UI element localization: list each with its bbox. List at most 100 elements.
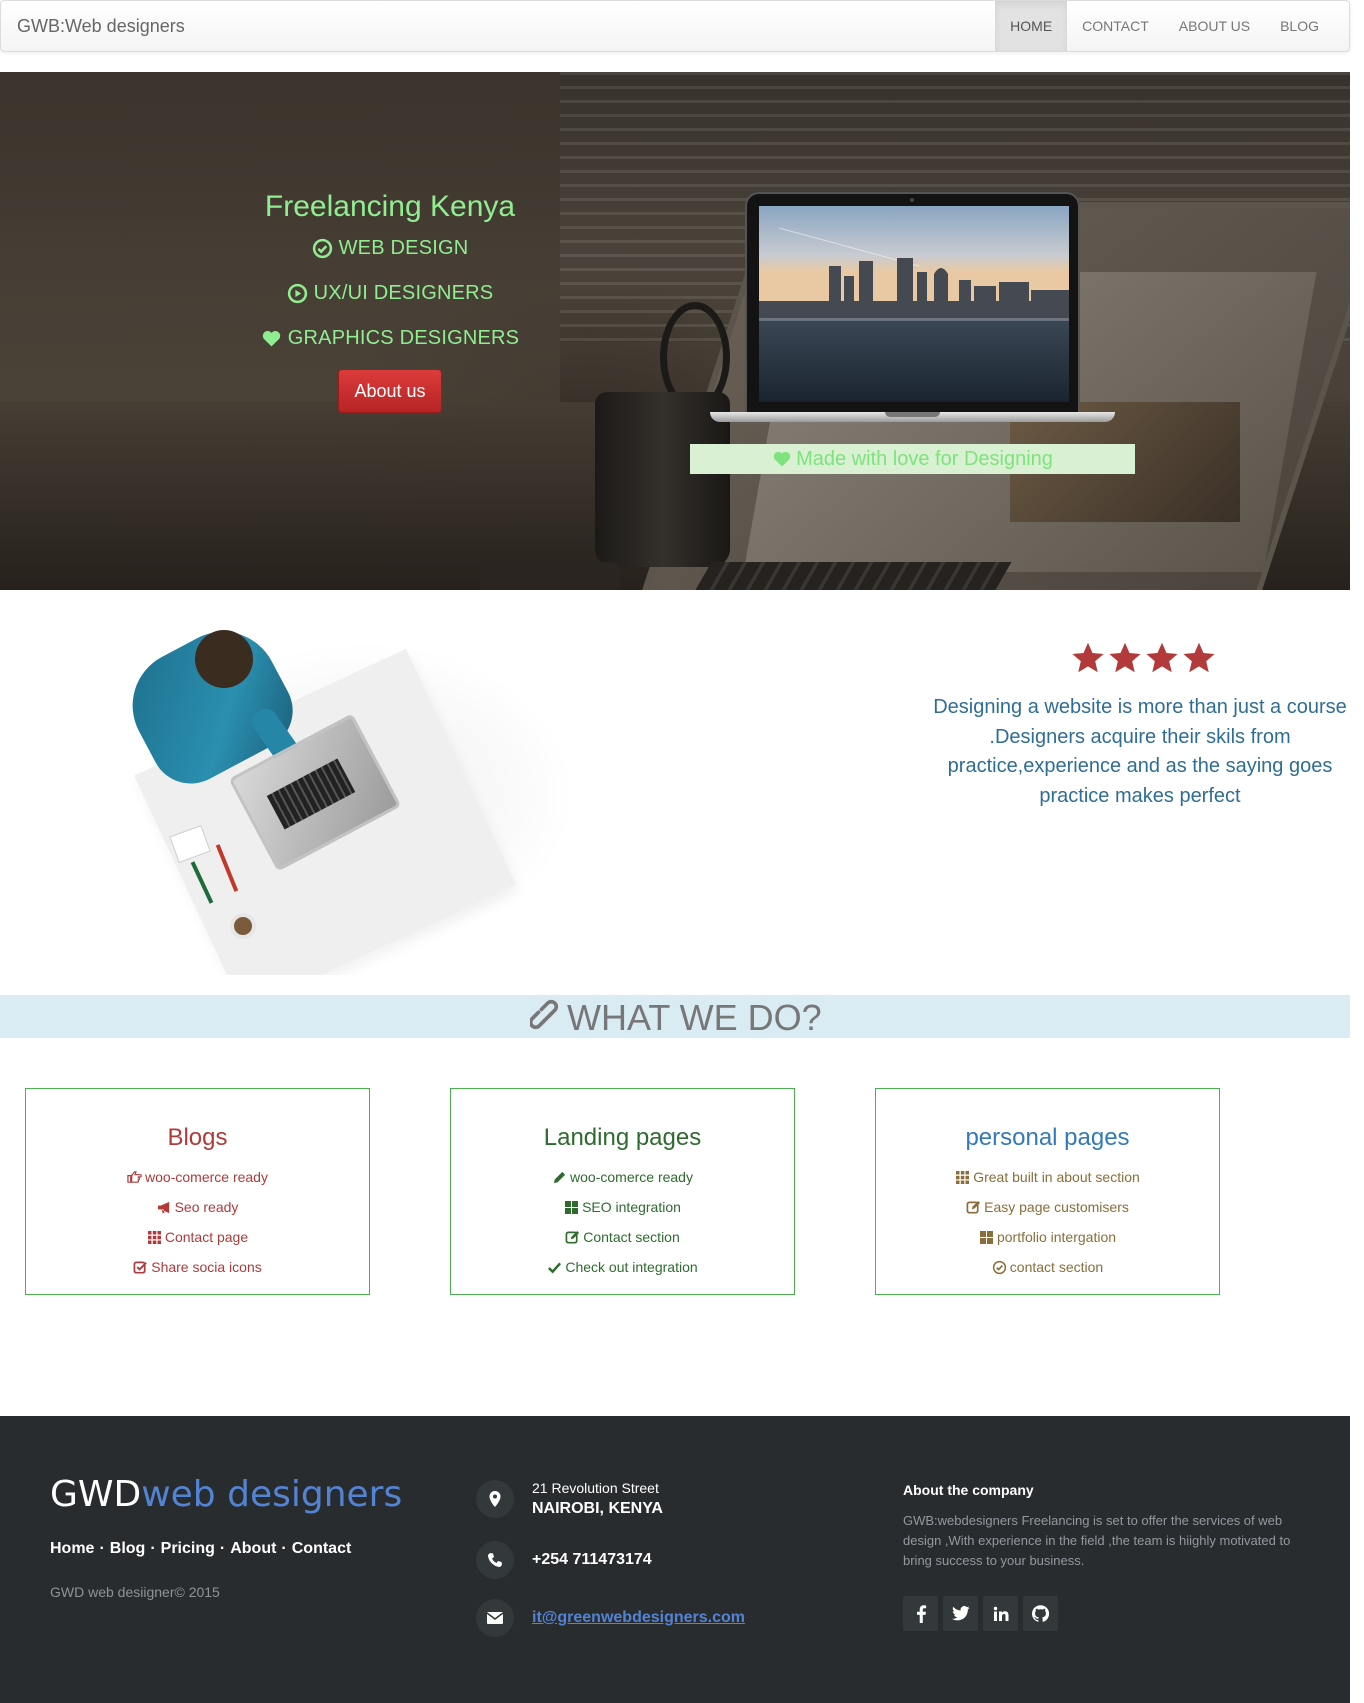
footer-logo[interactable]: GWDweb designers (50, 1474, 402, 1515)
envelope-icon (476, 1599, 514, 1637)
list-item: Contact page (26, 1222, 369, 1252)
card-feature-list: woo-comerce ready Seo ready Contact page… (26, 1162, 369, 1282)
list-item: SEO integration (451, 1192, 794, 1222)
footer-link-about[interactable]: About (230, 1540, 276, 1558)
hero-line-ux-ui: UX/UI DESIGNERS (190, 282, 590, 305)
footer-logo-part2: web designers (141, 1474, 403, 1515)
list-item: Contact section (451, 1222, 794, 1252)
about-us-button[interactable]: About us (338, 369, 442, 413)
nav-item-home[interactable]: HOME (995, 1, 1068, 51)
list-item: woo-comerce ready (451, 1162, 794, 1192)
phone-number[interactable]: +254 711473174 (532, 1551, 652, 1569)
laptop-mockup (745, 192, 1080, 422)
footer-link-home[interactable]: Home (50, 1540, 94, 1558)
card-feature-list: Great built in about section Easy page c… (876, 1162, 1219, 1282)
list-item: contact section (876, 1252, 1219, 1282)
list-item-text: contact section (1009, 1259, 1104, 1275)
footer-logo-part1: GWD (50, 1474, 142, 1515)
list-item: Great built in about section (876, 1162, 1219, 1192)
made-with-love-text: Made with love for Designing (796, 448, 1053, 470)
list-item: woo-comerce ready (26, 1162, 369, 1192)
grid-icon (147, 1230, 162, 1245)
hand-right-icon (127, 1170, 142, 1185)
grid-large-icon (979, 1230, 994, 1245)
facebook-icon[interactable] (903, 1596, 938, 1631)
address-block: 21 Revolution Street NAIROBI, KENYA (532, 1480, 663, 1518)
service-card-landing-pages: Landing pages woo-comerce ready SEO inte… (450, 1088, 795, 1295)
hero-background-phone (480, 562, 620, 590)
star-icon (1181, 640, 1217, 681)
hero-section: Freelancing Kenya WEB DESIGN UX/UI DESIG… (0, 72, 1350, 590)
list-item-text: portfolio intergation (996, 1229, 1117, 1245)
rating-stars (1070, 640, 1220, 681)
list-item-text: Check out integration (565, 1259, 698, 1275)
list-item-text: SEO integration (582, 1199, 681, 1215)
link-separator: · (150, 1540, 156, 1557)
star-icon (1144, 640, 1180, 681)
hero-line-text: GRAPHICS DESIGNERS (287, 327, 520, 349)
coffee-cup (230, 913, 256, 939)
footer-link-blog[interactable]: Blog (110, 1540, 146, 1558)
list-item-text: Easy page customisers (984, 1199, 1129, 1215)
email-link[interactable]: it@greenwebdesigners.com (532, 1609, 745, 1627)
laptop-base-notch (885, 412, 940, 417)
social-icons (903, 1596, 1058, 1631)
hero-background-pen-cup (595, 392, 730, 567)
nav-item-blog[interactable]: BLOG (1265, 1, 1334, 51)
laptop-camera (910, 198, 914, 202)
hero-background-keyboard (688, 562, 1012, 590)
testimonial-quote: Designing a website is more than just a … (933, 696, 1347, 807)
edit-icon (966, 1200, 981, 1215)
footer-link-contact[interactable]: Contact (292, 1540, 352, 1558)
laptop-screen-city-image (759, 206, 1069, 402)
grid-large-icon (564, 1200, 579, 1215)
service-card-personal-pages: personal pages Great built in about sect… (875, 1088, 1220, 1295)
address-street: 21 Revolution Street (532, 1480, 659, 1496)
github-icon[interactable] (1023, 1596, 1058, 1631)
hero-title: Freelancing Kenya (264, 190, 516, 223)
hero-line-graphics: GRAPHICS DESIGNERS (190, 327, 590, 350)
play-circle-icon (287, 283, 308, 304)
star-icon (1070, 640, 1106, 681)
link-separator: · (99, 1540, 105, 1557)
card-title: Landing pages (543, 1124, 702, 1151)
star-icon (1107, 640, 1143, 681)
check-circle-icon (992, 1260, 1007, 1275)
list-item-text: Seo ready (174, 1199, 239, 1215)
nav-item-contact[interactable]: CONTACT (1067, 1, 1164, 51)
footer-about-text: GWB:webdesigners Freelancing is set to o… (903, 1513, 1291, 1568)
list-item-text: Contact page (164, 1229, 249, 1245)
made-with-love-banner: Made with love for Designing (690, 444, 1135, 474)
navbar-brand[interactable]: GWB:Web designers (17, 16, 185, 37)
linkedin-icon[interactable] (983, 1596, 1018, 1631)
list-item-text: woo-comerce ready (145, 1169, 268, 1185)
list-item: Easy page customisers (876, 1192, 1219, 1222)
link-separator: · (219, 1540, 226, 1557)
person-head (195, 630, 253, 688)
check-circle-icon (312, 238, 333, 259)
heart-icon (261, 328, 282, 349)
edit-icon (565, 1230, 580, 1245)
twitter-icon[interactable] (943, 1596, 978, 1631)
footer-phone: +254 711473174 (476, 1541, 652, 1579)
list-item: Share socia icons (26, 1252, 369, 1282)
check-square-icon (133, 1260, 148, 1275)
what-we-do-heading: WHAT WE DO? (530, 997, 830, 1039)
list-item-text: Share socia icons (151, 1259, 262, 1275)
address-city: NAIROBI, KENYA (532, 1500, 663, 1517)
hero-line-text: WEB DESIGN (338, 237, 469, 259)
nav-item-about-us[interactable]: ABOUT US (1164, 1, 1265, 51)
heart-icon (772, 449, 792, 469)
link-icon (530, 999, 564, 1037)
list-item: Check out integration (451, 1252, 794, 1282)
phone-icon (476, 1541, 514, 1579)
footer-link-pricing[interactable]: Pricing (161, 1540, 215, 1558)
map-marker-icon (476, 1480, 514, 1518)
nav-menu: HOME CONTACT ABOUT US BLOG (995, 1, 1334, 51)
checkmark-icon (547, 1260, 562, 1275)
list-item: Seo ready (26, 1192, 369, 1222)
top-navbar: GWB:Web designers HOME CONTACT ABOUT US … (0, 0, 1350, 52)
hero-line-web-design: WEB DESIGN (190, 237, 590, 260)
link-separator: · (281, 1540, 287, 1557)
list-item-text: Contact section (583, 1229, 680, 1245)
